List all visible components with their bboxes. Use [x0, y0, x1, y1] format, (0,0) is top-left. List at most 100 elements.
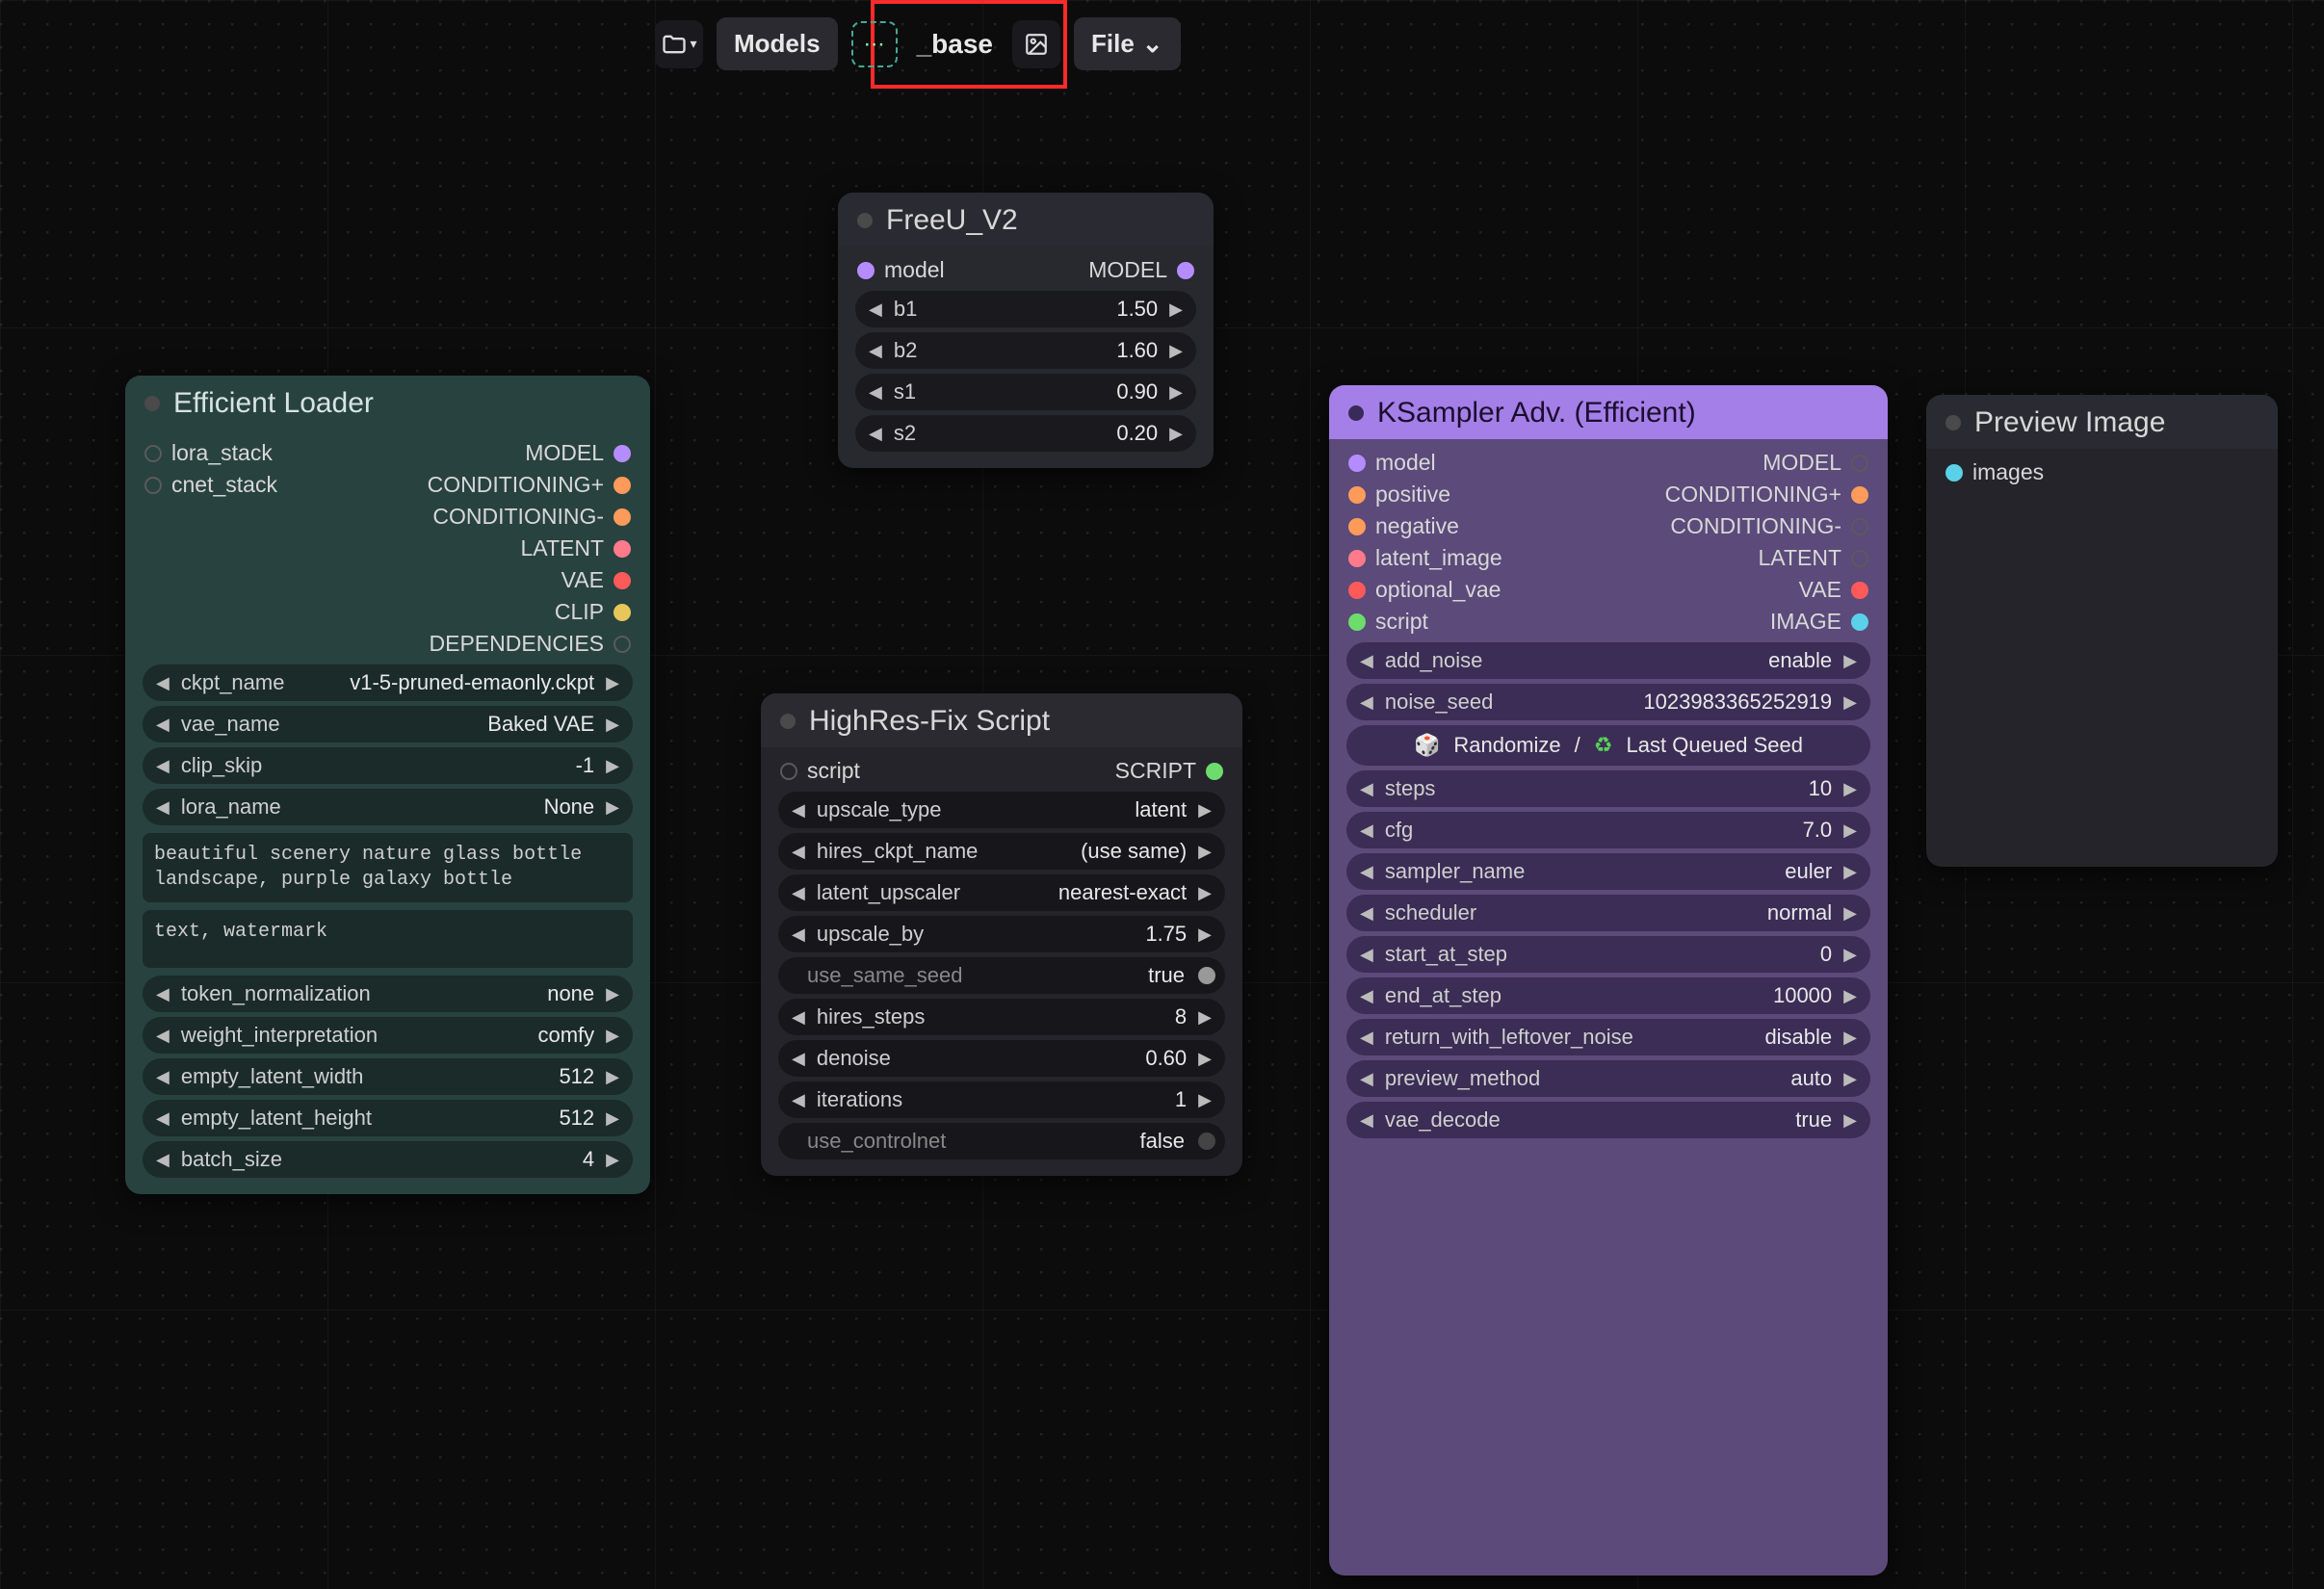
use-same-seed-widget[interactable]: use_same_seedtrue — [778, 957, 1225, 994]
arrow-right-icon[interactable]: ▶ — [1194, 800, 1215, 821]
vae-decode-widget[interactable]: ◀vae_decodetrue▶ — [1346, 1102, 1870, 1138]
negative-prompt-textbox[interactable]: text, watermark — [143, 910, 633, 968]
toggle-icon[interactable] — [1198, 967, 1215, 984]
clip-skip-widget[interactable]: ◀clip_skip-1▶ — [143, 747, 633, 784]
arrow-left-icon[interactable]: ◀ — [152, 984, 173, 1004]
arrow-right-icon[interactable]: ▶ — [1194, 925, 1215, 945]
hires-fix-node[interactable]: HighRes-Fix Script script SCRIPT ◀upscal… — [761, 693, 1242, 1176]
arrow-left-icon[interactable]: ◀ — [788, 1090, 809, 1110]
vae-name-widget[interactable]: ◀vae_nameBaked VAE▶ — [143, 706, 633, 742]
arrow-left-icon[interactable]: ◀ — [865, 382, 886, 403]
iterations-widget[interactable]: ◀iterations1▶ — [778, 1081, 1225, 1118]
node-header[interactable]: Efficient Loader — [125, 376, 650, 430]
latent-height-widget[interactable]: ◀empty_latent_height512▶ — [143, 1100, 633, 1136]
arrow-right-icon[interactable]: ▶ — [1840, 903, 1861, 924]
port-cond-pos[interactable] — [614, 477, 631, 494]
port-model-out[interactable] — [614, 445, 631, 462]
port-cnet-stack[interactable] — [144, 477, 162, 494]
arrow-left-icon[interactable]: ◀ — [1356, 821, 1377, 841]
arrow-right-icon[interactable]: ▶ — [1840, 945, 1861, 965]
node-header[interactable]: HighRes-Fix Script — [761, 693, 1242, 747]
arrow-right-icon[interactable]: ▶ — [1165, 382, 1187, 403]
arrow-right-icon[interactable]: ▶ — [1840, 862, 1861, 882]
port-model-out[interactable] — [1851, 455, 1868, 472]
arrow-left-icon[interactable]: ◀ — [1356, 1028, 1377, 1048]
arrow-right-icon[interactable]: ▶ — [1194, 842, 1215, 862]
arrow-right-icon[interactable]: ▶ — [1194, 1007, 1215, 1028]
port-cond-neg-out[interactable] — [1851, 518, 1868, 535]
port-images-in[interactable] — [1945, 464, 1963, 482]
arrow-left-icon[interactable]: ◀ — [152, 1108, 173, 1129]
arrow-right-icon[interactable]: ▶ — [1840, 821, 1861, 841]
arrow-right-icon[interactable]: ▶ — [1165, 424, 1187, 444]
arrow-right-icon[interactable]: ▶ — [602, 1067, 623, 1087]
arrow-right-icon[interactable]: ▶ — [1840, 1028, 1861, 1048]
arrow-left-icon[interactable]: ◀ — [152, 1067, 173, 1087]
b1-widget[interactable]: ◀b11.50▶ — [855, 291, 1196, 327]
arrow-right-icon[interactable]: ▶ — [1194, 1090, 1215, 1110]
arrow-left-icon[interactable]: ◀ — [152, 756, 173, 776]
port-vae-out[interactable] — [1851, 582, 1868, 599]
scheduler-widget[interactable]: ◀schedulernormal▶ — [1346, 895, 1870, 931]
upscale-by-widget[interactable]: ◀upscale_by1.75▶ — [778, 916, 1225, 952]
arrow-left-icon[interactable]: ◀ — [788, 842, 809, 862]
port-cond-neg[interactable] — [614, 508, 631, 526]
ksampler-node[interactable]: KSampler Adv. (Efficient) modelMODEL pos… — [1329, 385, 1888, 1576]
port-latent-in[interactable] — [1348, 550, 1366, 567]
arrow-left-icon[interactable]: ◀ — [1356, 986, 1377, 1006]
arrow-left-icon[interactable]: ◀ — [152, 715, 173, 735]
models-button[interactable]: Models — [717, 17, 838, 70]
arrow-left-icon[interactable]: ◀ — [1356, 945, 1377, 965]
arrow-left-icon[interactable]: ◀ — [1356, 862, 1377, 882]
arrow-right-icon[interactable]: ▶ — [1165, 300, 1187, 320]
preview-method-widget[interactable]: ◀preview_methodauto▶ — [1346, 1060, 1870, 1097]
arrow-left-icon[interactable]: ◀ — [788, 925, 809, 945]
port-script-in[interactable] — [780, 763, 797, 780]
arrow-right-icon[interactable]: ▶ — [602, 715, 623, 735]
hires-ckpt-widget[interactable]: ◀hires_ckpt_name(use same)▶ — [778, 833, 1225, 870]
arrow-left-icon[interactable]: ◀ — [788, 1007, 809, 1028]
lora-name-widget[interactable]: ◀lora_nameNone▶ — [143, 789, 633, 825]
port-clip[interactable] — [614, 604, 631, 621]
b2-widget[interactable]: ◀b21.60▶ — [855, 332, 1196, 369]
efficient-loader-node[interactable]: Efficient Loader lora_stack MODEL cnet_s… — [125, 376, 650, 1194]
arrow-left-icon[interactable]: ◀ — [1356, 1069, 1377, 1089]
arrow-right-icon[interactable]: ▶ — [602, 797, 623, 818]
port-model-out[interactable] — [1177, 262, 1194, 279]
port-script-in[interactable] — [1348, 613, 1366, 631]
image-icon[interactable] — [1012, 20, 1060, 68]
arrow-left-icon[interactable]: ◀ — [152, 673, 173, 693]
arrow-right-icon[interactable]: ▶ — [602, 1026, 623, 1046]
arrow-left-icon[interactable]: ◀ — [788, 883, 809, 903]
node-header[interactable]: Preview Image — [1926, 395, 2278, 449]
arrow-left-icon[interactable]: ◀ — [152, 1026, 173, 1046]
freeu-node[interactable]: FreeU_V2 model MODEL ◀b11.50▶ ◀b21.60▶ ◀… — [838, 193, 1214, 468]
port-cond-pos-out[interactable] — [1851, 486, 1868, 504]
arrow-right-icon[interactable]: ▶ — [1840, 692, 1861, 713]
start-step-widget[interactable]: ◀start_at_step0▶ — [1346, 936, 1870, 973]
arrow-right-icon[interactable]: ▶ — [1194, 883, 1215, 903]
arrow-right-icon[interactable]: ▶ — [602, 673, 623, 693]
preview-image-node[interactable]: Preview Image images — [1926, 395, 2278, 867]
cfg-widget[interactable]: ◀cfg7.0▶ — [1346, 812, 1870, 848]
port-model-in[interactable] — [857, 262, 875, 279]
arrow-left-icon[interactable]: ◀ — [865, 424, 886, 444]
arrow-left-icon[interactable]: ◀ — [152, 797, 173, 818]
add-noise-widget[interactable]: ◀add_noiseenable▶ — [1346, 642, 1870, 679]
port-vae[interactable] — [614, 572, 631, 589]
arrow-left-icon[interactable]: ◀ — [788, 1049, 809, 1069]
sampler-name-widget[interactable]: ◀sampler_nameeuler▶ — [1346, 853, 1870, 890]
batch-size-widget[interactable]: ◀batch_size4▶ — [143, 1141, 633, 1178]
s2-widget[interactable]: ◀s20.20▶ — [855, 415, 1196, 452]
port-image-out[interactable] — [1851, 613, 1868, 631]
port-vae-in[interactable] — [1348, 582, 1366, 599]
arrow-right-icon[interactable]: ▶ — [602, 756, 623, 776]
port-positive-in[interactable] — [1348, 486, 1366, 504]
arrow-left-icon[interactable]: ◀ — [1356, 779, 1377, 799]
file-menu-button[interactable]: File ⌄ — [1074, 17, 1181, 70]
arrow-right-icon[interactable]: ▶ — [1165, 341, 1187, 361]
arrow-left-icon[interactable]: ◀ — [788, 800, 809, 821]
port-model-in[interactable] — [1348, 455, 1366, 472]
positive-prompt-textbox[interactable]: beautiful scenery nature glass bottle la… — [143, 833, 633, 902]
port-script-out[interactable] — [1206, 763, 1223, 780]
